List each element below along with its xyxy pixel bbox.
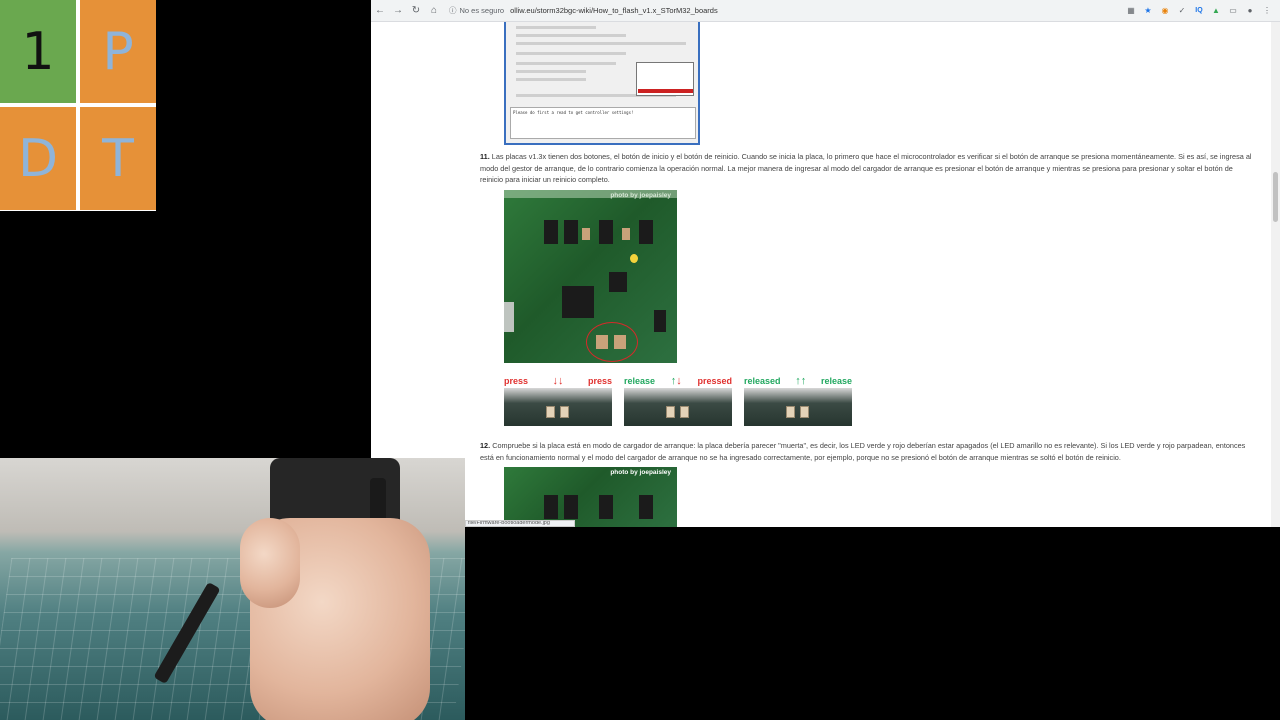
step-release-pressed: release ↑↓ pressed: [624, 374, 732, 426]
page-scrollbar[interactable]: [1271, 22, 1280, 527]
paragraph-11: 11. Las placas v1.3x tienen dos botones,…: [480, 151, 1255, 186]
browser-toolbar: ← → ↻ ⌂ ⓘ No es seguro olliw.eu/storm32b…: [371, 0, 1280, 22]
board-photo-2: photo by joepaisley: [504, 467, 677, 527]
flash-tool-screenshot: Please do first a read to get controller…: [504, 22, 700, 145]
address-bar[interactable]: olliw.eu/storm32bgc-wiki/How_to_flash_v1…: [510, 6, 718, 15]
step3-left-label: released: [744, 376, 781, 386]
info-icon: ⓘ: [449, 6, 457, 15]
step-press-press: press ↓↓ press: [504, 374, 612, 426]
page-content: Please do first a read to get controller…: [371, 22, 1271, 527]
step2-photo: [624, 388, 732, 426]
back-icon[interactable]: ←: [371, 0, 389, 22]
shield-icon[interactable]: ▲: [1211, 4, 1221, 16]
up-arrow-icon: ↑↑: [795, 375, 807, 387]
extension-icon[interactable]: ✓: [1177, 4, 1187, 16]
paragraph-11-number: 11.: [480, 152, 490, 161]
reload-icon[interactable]: ↻: [407, 0, 425, 22]
extensions-area: ▦ ★ ◉ ✓ IQ ▲ ▭ ● ⋮: [1126, 4, 1272, 16]
security-indicator[interactable]: ⓘ No es seguro: [449, 5, 504, 16]
up-down-arrow-icon: ↑↓: [670, 375, 682, 387]
security-label: No es seguro: [459, 6, 505, 15]
down-arrow-icon: ↓↓: [552, 375, 564, 387]
paragraph-12: 12. Compruebe si la placa está en modo d…: [480, 440, 1255, 463]
logo-tile-d: D: [0, 107, 76, 210]
status-bar-link: file/Firmware-bootloadermode.jpg: [465, 520, 575, 527]
translate-icon[interactable]: ▦: [1126, 4, 1136, 16]
home-icon[interactable]: ⌂: [425, 0, 443, 22]
step1-photo: [504, 388, 612, 426]
step3-right-label: release: [820, 376, 852, 386]
webcam-feed: [0, 458, 465, 720]
boot-buttons-highlight: [586, 322, 638, 362]
paragraph-11-text: Las placas v1.3x tienen dos botones, el …: [480, 152, 1252, 184]
menu-icon[interactable]: ⋮: [1262, 4, 1272, 16]
step-released-release: released ↑↑ release: [744, 374, 852, 426]
board-photo: photo by joepaisley: [504, 190, 677, 363]
browser-window: ← → ↻ ⌂ ⓘ No es seguro olliw.eu/storm32b…: [371, 0, 1280, 527]
com-port-dropdown: [636, 62, 694, 96]
logo-tile-p: P: [80, 0, 156, 103]
logo-tile-t: T: [80, 107, 156, 210]
cast-icon[interactable]: ▭: [1228, 4, 1238, 16]
step3-photo: [744, 388, 852, 426]
step2-right-label: pressed: [697, 376, 732, 386]
photo-credit-2: photo by joepaisley: [610, 469, 671, 476]
step1-left-label: press: [504, 376, 529, 386]
iq-icon[interactable]: IQ: [1194, 4, 1204, 16]
paragraph-12-number: 12.: [480, 441, 491, 450]
paragraph-12-text: Compruebe si la placa está en modo de ca…: [480, 441, 1246, 462]
scrollbar-thumb[interactable]: [1273, 172, 1278, 222]
dialog-log: Please do first a read to get controller…: [510, 107, 696, 139]
step1-right-label: press: [587, 376, 612, 386]
profile-icon[interactable]: ●: [1245, 4, 1255, 16]
star-icon[interactable]: ★: [1143, 4, 1153, 16]
rss-icon[interactable]: ◉: [1160, 4, 1170, 16]
forward-icon[interactable]: →: [389, 0, 407, 22]
channel-logo: 1 P D T: [0, 0, 156, 211]
step2-left-label: release: [624, 376, 656, 386]
logo-tile-1: 1: [0, 0, 76, 103]
